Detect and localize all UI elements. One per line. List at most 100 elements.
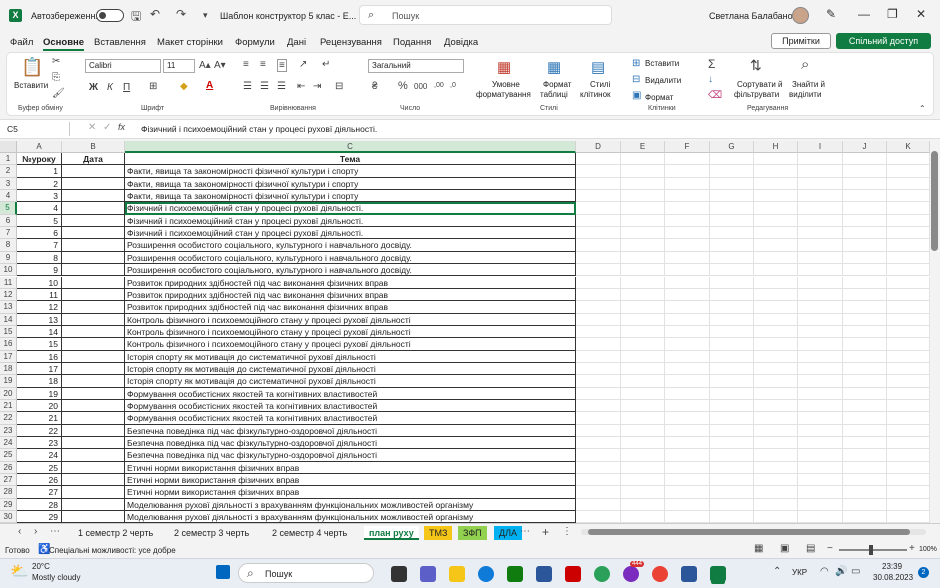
horizontal-scroll-thumb[interactable] [588,529,910,535]
decrease-decimal-icon[interactable]: ,0 [450,82,456,89]
cell-empty[interactable] [798,362,843,376]
fill-color-icon[interactable]: ◆ [180,81,188,92]
cell-empty[interactable] [576,375,621,388]
cell-empty[interactable] [710,338,754,351]
more-sheets-right-icon[interactable]: ⋯ [520,526,530,537]
battery-icon[interactable]: ▭ [851,566,860,577]
find-select-label-2[interactable]: виділити [789,90,821,99]
row-header[interactable]: 29 [0,498,17,512]
cell-empty[interactable] [621,424,665,438]
cell-topic[interactable]: Розвиток природних здібностей під час ви… [125,276,576,289]
cell-empty[interactable] [843,498,887,512]
cell-lesson-number[interactable]: 17 [17,362,62,376]
cell-empty[interactable] [754,350,798,363]
confirm-entry-icon[interactable]: ✓ [103,122,111,133]
cell-empty[interactable] [710,498,754,512]
cell-empty[interactable] [754,498,798,512]
find-select-icon[interactable]: ⌕ [801,56,809,73]
increase-indent-icon[interactable]: ⇥ [313,81,321,92]
currency-icon[interactable]: ₴ [372,81,378,92]
align-middle-icon[interactable]: ≡ [260,59,266,70]
cell-empty[interactable] [665,264,710,277]
cell-empty[interactable] [576,264,621,277]
cell-empty[interactable] [576,214,621,228]
format-table-label-2[interactable]: таблиці [540,90,568,99]
cell-empty[interactable] [798,424,843,438]
cell-topic[interactable]: Контроль фізичного і психоемоційного ста… [125,325,576,339]
cell-empty[interactable] [843,437,887,450]
cell-empty[interactable] [754,461,798,475]
cell-styles-label-2[interactable]: клітинок [580,90,611,99]
row-header[interactable]: 17 [0,350,17,363]
cell-empty[interactable] [710,350,754,363]
cell-date[interactable] [62,251,125,265]
cell-empty[interactable] [754,338,798,351]
insert-function-icon[interactable]: fx [118,122,125,132]
menu-page-layout[interactable]: Макет сторінки [157,37,223,48]
cell-empty[interactable] [843,264,887,277]
cell-lesson-number[interactable]: 18 [17,375,62,388]
cell-empty[interactable] [798,350,843,363]
cell-empty[interactable] [887,190,930,203]
cell-date[interactable] [62,301,125,314]
cell-empty[interactable] [665,375,710,388]
row-header[interactable]: 8 [0,239,17,252]
row-header[interactable]: 16 [0,338,17,351]
cell-empty[interactable] [754,474,798,487]
cell-empty[interactable] [576,474,621,487]
cell-date[interactable] [62,264,125,277]
cell-empty[interactable] [843,177,887,191]
sheet-tab-dla[interactable]: ДЛА [494,526,523,540]
cell-empty[interactable] [621,165,665,178]
cell-date[interactable]: Дата [62,153,125,166]
row-header[interactable]: 20 [0,387,17,400]
cell-empty[interactable] [798,437,843,450]
font-color-icon[interactable]: A [206,80,213,91]
cell-topic[interactable]: Моделювання руховї діяльності з врахуван… [125,511,576,523]
cell-lesson-number[interactable]: 29 [17,511,62,523]
cell-empty[interactable] [798,461,843,475]
cell-empty[interactable] [576,362,621,376]
cell-empty[interactable] [754,177,798,191]
row-header[interactable]: 22 [0,412,17,425]
cell-empty[interactable] [621,276,665,289]
cell-topic[interactable]: Факти, явища та закономірності фізичної … [125,165,576,178]
cell-lesson-number[interactable]: 22 [17,424,62,438]
cell-empty[interactable] [798,251,843,265]
cut-icon[interactable]: ✂ [52,56,60,67]
cell-empty[interactable] [710,288,754,302]
cell-empty[interactable] [665,202,710,215]
accessibility-status[interactable]: Спеціальні можливості: усе добре [49,546,176,555]
cell-date[interactable] [62,338,125,351]
cell-empty[interactable] [843,202,887,215]
redo-icon[interactable]: ↷ [176,7,186,21]
row-header[interactable]: 3 [0,177,17,191]
cell-date[interactable] [62,424,125,438]
avatar[interactable] [792,7,809,24]
cell-empty[interactable] [665,412,710,425]
cell-empty[interactable] [710,437,754,450]
next-sheet-icon[interactable]: › [34,526,37,537]
cell-date[interactable] [62,511,125,523]
row-header[interactable]: 28 [0,486,17,499]
pen-icon[interactable]: ✎ [826,7,836,21]
word-icon[interactable] [681,566,697,582]
cell-empty[interactable] [621,375,665,388]
cell-topic[interactable]: Розвиток природних здібностей під час ви… [125,301,576,314]
cell-lesson-number[interactable]: 5 [17,214,62,228]
cell-empty[interactable] [621,177,665,191]
cell-empty[interactable] [665,251,710,265]
start-icon[interactable] [216,565,230,579]
align-top-icon[interactable]: ≡ [243,59,249,70]
cell-empty[interactable] [665,313,710,326]
font-size-select[interactable]: 11 [163,59,195,73]
share-button[interactable]: Спільний доступ [836,33,931,49]
tray-chevron-icon[interactable]: ⌃ [773,566,781,577]
cell-empty[interactable] [843,362,887,376]
cell-topic[interactable]: Безпечна поведінка під час фізкультурно-… [125,437,576,450]
collapse-ribbon-icon[interactable]: ⌃ [919,104,926,113]
cell-empty[interactable] [576,400,621,413]
cell-empty[interactable] [576,177,621,191]
cell-topic[interactable]: Безпечна поведінка під час фізкультурно-… [125,449,576,462]
copy-icon[interactable]: ⎘ [52,72,60,83]
